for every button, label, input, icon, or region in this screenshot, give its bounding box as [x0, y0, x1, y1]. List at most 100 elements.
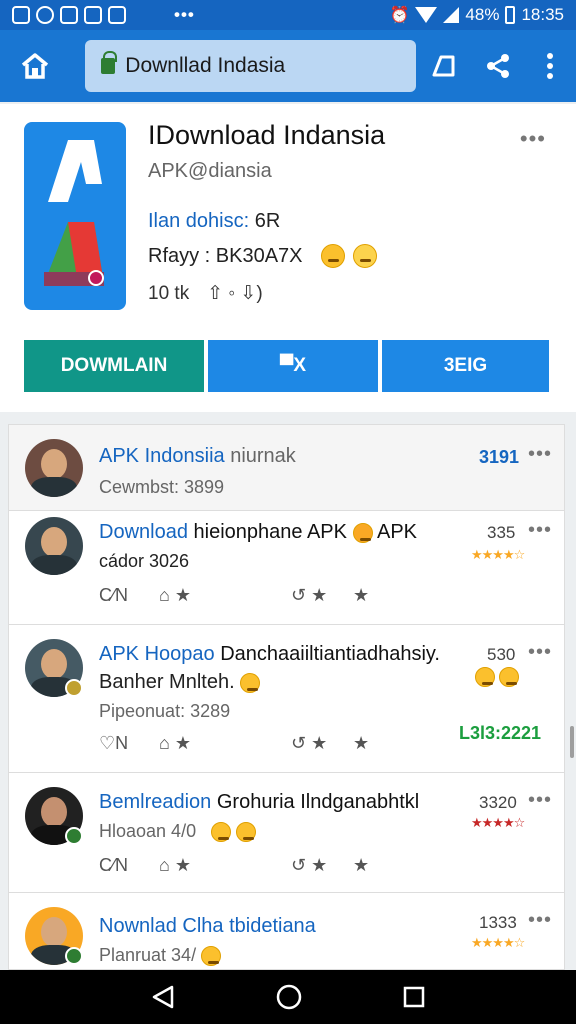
repost-button[interactable]: ↺ ★	[291, 855, 353, 876]
emoji-icon	[240, 672, 261, 693]
review-count: 530	[487, 645, 516, 664]
recents-icon[interactable]	[402, 985, 426, 1009]
review-line2: Banher Mnlteh.	[99, 671, 261, 694]
review-subtitle: Cewmbst: 3899	[99, 477, 225, 497]
notification-icon	[12, 6, 30, 24]
avatar	[25, 517, 83, 575]
back-icon[interactable]	[150, 984, 176, 1010]
star-button[interactable]: ★	[353, 585, 369, 606]
scrollbar[interactable]	[570, 726, 574, 758]
home-icon	[21, 53, 48, 79]
size-value: 6R	[254, 210, 281, 232]
review-list: APK Indonsiia niurnak Cewmbst: 3899 3191…	[8, 424, 565, 970]
like-button[interactable]: C⁄N	[99, 855, 159, 876]
app-stats-row: 10 tk ⇧ ◦ ⇩)	[148, 282, 263, 305]
list-item[interactable]: APK Hoopao Danchaaiiltiantiadhahsiy. Ban…	[9, 625, 564, 773]
emoji-icon	[475, 667, 495, 687]
review-title: Download hieionphane APK APK	[99, 521, 418, 543]
size-label: Ilan dohisc:	[148, 210, 250, 232]
review-actions: C⁄N ⌂ ★ ↺ ★ ★	[99, 855, 369, 876]
home-action-button[interactable]: ⌂ ★	[159, 733, 291, 754]
more-options-icon[interactable]: •••	[528, 519, 552, 542]
home-button[interactable]	[0, 30, 69, 102]
review-actions: ♡N ⌂ ★ ↺ ★ ★	[99, 733, 369, 754]
notification-icon	[36, 6, 54, 24]
image-icon	[108, 6, 126, 24]
overflow-menu-icon	[547, 53, 553, 79]
notification-icon	[84, 6, 102, 24]
more-options-icon[interactable]: •••	[528, 789, 552, 812]
tabs-button[interactable]	[416, 30, 472, 102]
home-action-button[interactable]: ⌂ ★	[159, 855, 291, 876]
review-subtitle: Planruat 34/	[99, 945, 222, 967]
review-count: 3320	[479, 793, 517, 812]
star-button[interactable]: ★	[353, 855, 369, 876]
right-action-button[interactable]: 3EIG	[382, 340, 549, 392]
star-rating: ★★★★☆	[471, 815, 525, 830]
emoji-icon	[352, 244, 377, 268]
more-options-icon[interactable]: •••	[528, 443, 552, 466]
middle-action-button[interactable]: ▀X	[208, 340, 378, 392]
signal-icon	[443, 7, 460, 23]
app-version-row: Rfayy : BK30A7X	[148, 244, 377, 268]
wifi-icon	[415, 7, 438, 23]
repost-button[interactable]: ↺ ★	[291, 733, 353, 754]
notification-icons: •••	[12, 5, 195, 25]
app-publisher: APK@diansia	[148, 160, 272, 182]
app-name: IDownload Indansia	[148, 120, 386, 150]
repost-button[interactable]: ↺ ★	[291, 585, 353, 606]
app-logo	[24, 122, 126, 310]
status-tag: L3l3:2221	[459, 723, 542, 743]
clock: 18:35	[521, 5, 564, 24]
emoji-icon	[499, 667, 519, 687]
emoji-icon	[236, 822, 257, 843]
emoji-icon	[201, 946, 222, 967]
review-title: Bemlreadion Grohuria Ilndganabhtkl	[99, 791, 420, 813]
list-item[interactable]: Download hieionphane APK APK cádor 3026 …	[9, 511, 564, 625]
review-subtitle: cádor 3026	[99, 551, 190, 571]
download-button[interactable]: DOWMLAIN	[24, 340, 204, 392]
share-icon	[487, 54, 509, 78]
lock-icon	[101, 51, 118, 74]
verified-badge-icon	[65, 947, 83, 965]
toolbar-actions	[416, 30, 576, 102]
home-nav-icon[interactable]	[275, 983, 303, 1011]
address-bar[interactable]: Downllad Indasia	[85, 40, 416, 92]
more-options-icon[interactable]: •••	[528, 641, 552, 664]
app-size-row: Ilan dohisc: 6R	[148, 210, 280, 233]
more-options-icon[interactable]: •••	[520, 126, 546, 152]
url-text: Downllad Indasia	[125, 54, 286, 77]
review-count: 3191	[479, 447, 520, 467]
download-count: 10 tk	[148, 282, 190, 304]
emoji-icon	[211, 822, 232, 843]
share-button[interactable]	[472, 30, 524, 102]
emoji-icon	[352, 522, 373, 543]
avatar	[25, 439, 83, 497]
app-info-card: IDownload Indansia ••• APK@diansia Ilan …	[0, 104, 576, 412]
overflow-menu-button[interactable]	[524, 30, 576, 102]
emoji-icon	[320, 244, 345, 268]
review-count: 335	[487, 523, 516, 542]
star-button[interactable]: ★	[353, 733, 369, 754]
more-options-icon[interactable]: •••	[528, 909, 552, 932]
like-button[interactable]: ♡N	[99, 733, 159, 754]
review-title: APK Hoopao Danchaaiiltiantiadhahsiy.	[99, 643, 440, 665]
review-title: APK Indonsiia niurnak	[99, 445, 296, 467]
review-subtitle: Hloaoan 4/0	[99, 821, 257, 843]
list-item[interactable]: Bemlreadion Grohuria Ilndganabhtkl Hloao…	[9, 773, 564, 893]
verified-badge-icon	[65, 679, 83, 697]
review-title: Nownlad Clha tbidetiana	[99, 915, 316, 937]
like-button[interactable]: C⁄N	[99, 585, 159, 606]
battery-level: 48%	[465, 5, 500, 24]
home-action-button[interactable]: ⌂ ★	[159, 585, 291, 606]
list-item[interactable]: Nownlad Clha tbidetiana Planruat 34/ 133…	[9, 893, 564, 969]
system-status: ⏰ 48% 18:35	[389, 5, 564, 25]
star-rating: ★★★★☆	[471, 547, 525, 562]
browser-toolbar: Downllad Indasia	[0, 30, 576, 102]
more-notifications: •••	[174, 5, 195, 24]
tabs-icon	[432, 55, 455, 77]
list-item[interactable]: APK Indonsiia niurnak Cewmbst: 3899 3191…	[9, 425, 564, 511]
review-count: 1333	[479, 913, 517, 932]
review-subtitle: Pipeonuat: 3289	[99, 701, 231, 721]
alarm-icon: ⏰	[389, 7, 410, 24]
